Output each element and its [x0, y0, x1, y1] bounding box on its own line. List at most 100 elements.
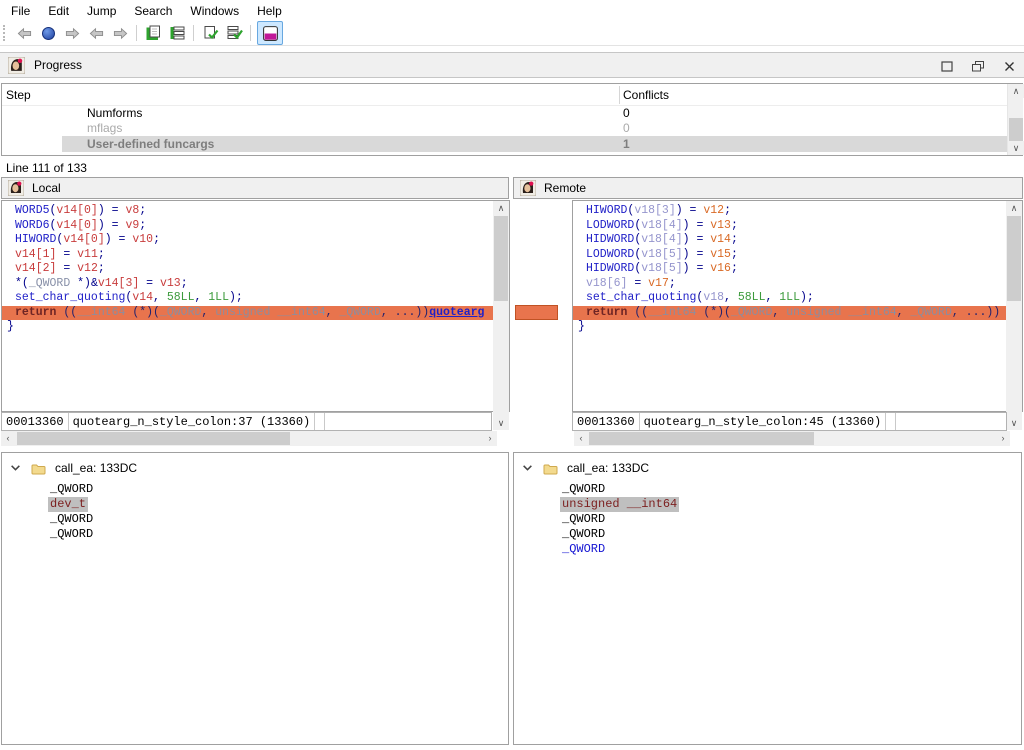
tree-item[interactable]: dev_t [48, 497, 88, 512]
menu-item-windows[interactable]: Windows [181, 1, 248, 21]
local-status-bar: 00013360quotearg_n_style_colon:37 (13360… [1, 412, 492, 431]
toolbar-drag-handle[interactable] [3, 25, 8, 41]
scroll-down-icon[interactable]: ∨ [1006, 416, 1022, 430]
tree-root-row[interactable]: call_ea: 133DC [2, 453, 508, 475]
remote-vertical-scrollbar[interactable]: ∧ ∨ [1006, 201, 1022, 430]
maximize-icon[interactable] [940, 59, 954, 73]
scroll-up-icon[interactable]: ∧ [1006, 201, 1022, 215]
ida-logo-icon [8, 180, 24, 196]
local-horizontal-scrollbar[interactable]: ‹ › [1, 431, 497, 446]
document-check-icon[interactable] [199, 22, 221, 44]
code-line[interactable]: return ((__int64 (*)(_QWORD, unsigned __… [2, 306, 509, 321]
status-cell [315, 413, 325, 430]
chevron-down-icon[interactable] [10, 464, 22, 472]
ida-logo-icon [8, 57, 25, 74]
chevron-down-icon[interactable] [522, 464, 534, 472]
float-window-icon[interactable] [971, 59, 985, 73]
remote-code-area: HIWORD(v18[3]) = v12;LODWORD(v18[4]) = v… [572, 200, 1023, 412]
local-vertical-scrollbar[interactable]: ∧ ∨ [493, 201, 509, 430]
menu-item-file[interactable]: File [2, 1, 39, 21]
menu-item-jump[interactable]: Jump [78, 1, 125, 21]
tree-item[interactable]: _QWORD [560, 542, 607, 557]
local-pane-title: Local [32, 181, 61, 195]
menu-item-help[interactable]: Help [248, 1, 291, 21]
scroll-down-icon[interactable]: ∨ [1008, 141, 1024, 155]
diff-marker [515, 305, 558, 320]
remote-code-lines: HIWORD(v18[3]) = v12;LODWORD(v18[4]) = v… [573, 201, 1022, 335]
code-line[interactable]: set_char_quoting(v18, 58LL, 1LL); [573, 291, 1022, 306]
document-stack-icon[interactable] [166, 22, 188, 44]
scrollbar-thumb[interactable] [17, 432, 290, 445]
progress-row[interactable]: mflags0 [2, 121, 1022, 136]
local-tree-items: _QWORDdev_t_QWORD_QWORD [48, 482, 508, 542]
menu-item-search[interactable]: Search [125, 1, 181, 21]
scrollbar-thumb[interactable] [1009, 118, 1023, 141]
code-line[interactable]: v14[2] = v12; [2, 262, 509, 277]
code-line[interactable]: HIWORD(v18[3]) = v12; [573, 204, 1022, 219]
tree-item[interactable]: _QWORD [48, 527, 95, 542]
scroll-right-icon[interactable]: › [996, 431, 1010, 446]
merge-window-selected [257, 21, 283, 45]
tree-item[interactable]: _QWORD [48, 482, 95, 497]
scroll-down-icon[interactable]: ∨ [493, 416, 509, 430]
current-address-icon[interactable] [37, 22, 59, 44]
scroll-up-icon[interactable]: ∧ [493, 201, 509, 215]
line-indicator: Line 111 of 133 [6, 161, 87, 175]
local-code-area: WORD5(v14[0]) = v8;WORD6(v14[0]) = v9;HI… [1, 200, 510, 412]
status-cell: 00013360 [2, 413, 69, 430]
tree-root-row[interactable]: call_ea: 133DC [514, 453, 1021, 475]
status-cell: 00013360 [573, 413, 640, 430]
code-line[interactable]: v18[6] = v17; [573, 277, 1022, 292]
local-tree-root-label[interactable]: call_ea: 133DC [55, 461, 137, 475]
progress-title: Progress [34, 58, 82, 72]
menu-item-edit[interactable]: Edit [39, 1, 78, 21]
code-line[interactable]: WORD6(v14[0]) = v9; [2, 219, 509, 234]
tree-item[interactable]: _QWORD [560, 482, 607, 497]
code-line[interactable]: } [2, 320, 509, 335]
code-line[interactable]: } [573, 320, 1022, 335]
code-line[interactable]: return ((__int64 (*)(_QWORD, unsigned __… [573, 306, 1022, 321]
progress-rows: Numforms0mflags0User-defined funcargs1 [2, 106, 1022, 152]
close-icon[interactable] [1002, 59, 1016, 73]
remote-args-panel: call_ea: 133DC _QWORDunsigned __int64_QW… [513, 452, 1022, 745]
scrollbar-thumb[interactable] [1007, 216, 1021, 301]
progress-row[interactable]: Numforms0 [2, 106, 1022, 121]
local-pane-header: Local [1, 177, 509, 199]
scroll-right-icon[interactable]: › [483, 431, 497, 446]
progress-row[interactable]: User-defined funcargs1 [2, 136, 1022, 152]
menu-bar: FileEditJumpSearchWindowsHelp [0, 0, 1024, 21]
jump-prev-icon[interactable] [85, 22, 107, 44]
scrollbar-thumb[interactable] [589, 432, 814, 445]
code-line[interactable]: LODWORD(v18[4]) = v13; [573, 219, 1022, 234]
tree-item[interactable]: unsigned __int64 [560, 497, 679, 512]
code-line[interactable]: set_char_quoting(v14, 58LL, 1LL); [2, 291, 509, 306]
tree-item[interactable]: _QWORD [48, 512, 95, 527]
code-line[interactable]: HIDWORD(v18[4]) = v14; [573, 233, 1022, 248]
remote-horizontal-scrollbar[interactable]: ‹ › [574, 431, 1010, 446]
toolbar-separator [250, 25, 251, 41]
remote-tree-root-label[interactable]: call_ea: 133DC [567, 461, 649, 475]
jump-next-icon[interactable] [109, 22, 131, 44]
code-line[interactable]: LODWORD(v18[5]) = v15; [573, 248, 1022, 263]
progress-scrollbar[interactable]: ∧ ∨ [1007, 84, 1023, 155]
tree-item[interactable]: _QWORD [560, 527, 607, 542]
document-icon[interactable] [142, 22, 164, 44]
scrollbar-thumb[interactable] [494, 216, 508, 301]
nav-back-icon[interactable] [13, 22, 35, 44]
code-line[interactable]: v14[1] = v11; [2, 248, 509, 263]
code-line[interactable]: WORD5(v14[0]) = v8; [2, 204, 509, 219]
status-cell [896, 413, 1006, 430]
nav-forward-icon[interactable] [61, 22, 83, 44]
code-line[interactable]: HIWORD(v14[0]) = v10; [2, 233, 509, 248]
code-line[interactable]: HIDWORD(v18[5]) = v16; [573, 262, 1022, 277]
scroll-up-icon[interactable]: ∧ [1008, 84, 1024, 98]
document-stack-check-icon[interactable] [223, 22, 245, 44]
scroll-left-icon[interactable]: ‹ [1, 431, 15, 446]
toolbar [0, 21, 1024, 46]
scroll-left-icon[interactable]: ‹ [574, 431, 588, 446]
remote-pane-header: Remote [513, 177, 1023, 199]
column-conflicts: Conflicts [623, 88, 669, 102]
tree-item[interactable]: _QWORD [560, 512, 607, 527]
code-line[interactable]: *(_QWORD *)&v14[3] = v13; [2, 277, 509, 292]
merge-window-icon[interactable] [260, 23, 280, 43]
